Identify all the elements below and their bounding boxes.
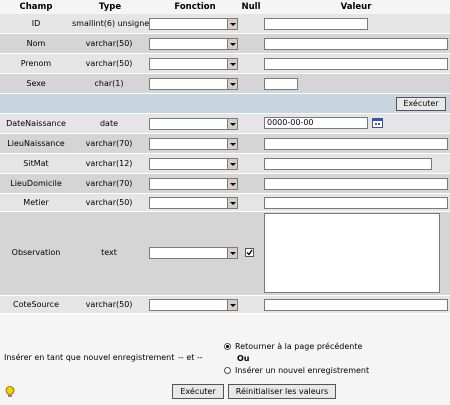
field-type: date	[99, 119, 119, 128]
chevron-down-icon	[227, 248, 237, 258]
chevron-down-icon	[227, 159, 237, 169]
value-input[interactable]	[264, 138, 448, 150]
field-row-lieunaissance: LieuNaissance varchar(70)	[0, 134, 450, 154]
field-name: CoteSource	[12, 300, 59, 309]
chevron-down-icon	[227, 179, 237, 189]
function-select[interactable]	[149, 118, 238, 130]
value-input[interactable]	[264, 58, 448, 70]
ou-label: Ou	[237, 354, 250, 363]
field-name: Observation	[11, 248, 61, 257]
field-type: varchar(50)	[85, 300, 133, 309]
field-type: smallint(6) unsigned	[72, 19, 155, 28]
function-select[interactable]	[149, 197, 238, 209]
value-input[interactable]	[264, 158, 432, 170]
row-separator: Exécuter	[0, 94, 450, 114]
field-type: varchar(12)	[85, 159, 133, 168]
field-row-lieudomicile: LieuDomicile varchar(70)	[0, 174, 450, 194]
insert-mode-label: Insérer en tant que nouvel enregistremen…	[4, 353, 175, 362]
function-select[interactable]	[149, 18, 238, 30]
field-name: DateNaissance	[6, 119, 66, 128]
value-input[interactable]	[264, 38, 448, 50]
field-row-id: ID smallint(6) unsigned	[0, 14, 450, 34]
chevron-down-icon	[227, 198, 237, 208]
chevron-down-icon	[227, 139, 237, 149]
function-select[interactable]	[149, 299, 238, 311]
value-input[interactable]	[264, 18, 368, 30]
field-type: text	[101, 248, 117, 257]
date-input[interactable]: 0000-00-00	[264, 117, 368, 129]
field-type: varchar(50)	[85, 59, 133, 68]
value-textarea[interactable]	[264, 213, 440, 293]
value-input[interactable]	[264, 299, 448, 311]
field-row-cotesource: CoteSource varchar(50)	[0, 296, 450, 314]
value-input[interactable]	[264, 78, 298, 90]
table-header: Champ Type Fonction Null Valeur	[0, 0, 450, 14]
null-checkbox[interactable]	[245, 248, 254, 257]
field-row-prenom: Prenom varchar(50)	[0, 54, 450, 74]
function-select[interactable]	[149, 138, 238, 150]
function-select[interactable]	[149, 78, 238, 90]
radio-return[interactable]	[224, 343, 231, 350]
header-champ: Champ	[19, 2, 53, 12]
chevron-down-icon	[227, 19, 237, 29]
function-select[interactable]	[149, 178, 238, 190]
field-row-observation: Observation text	[0, 212, 450, 296]
chevron-down-icon	[227, 39, 237, 49]
lightbulb-icon	[5, 386, 15, 397]
field-row-sitmat: SitMat varchar(12)	[0, 154, 450, 174]
field-name: Nom	[26, 39, 46, 48]
field-type: char(1)	[94, 79, 124, 88]
function-select[interactable]	[149, 247, 238, 259]
header-valeur: Valeur	[340, 2, 372, 12]
function-select[interactable]	[149, 158, 238, 170]
field-name: Metier	[23, 198, 49, 207]
calendar-icon[interactable]	[372, 118, 383, 128]
function-select[interactable]	[149, 38, 238, 50]
field-type: varchar(70)	[85, 139, 133, 148]
radio-insert-new[interactable]	[224, 367, 231, 374]
radio-return-label[interactable]: Retourner à la page précédente	[235, 342, 362, 351]
execute-row-button[interactable]: Exécuter	[396, 97, 446, 111]
execute-button[interactable]: Exécuter	[172, 384, 224, 399]
header-type: Type	[98, 2, 122, 12]
field-name: SitMat	[23, 159, 49, 168]
field-name: LieuNaissance	[7, 139, 65, 148]
chevron-down-icon	[227, 300, 237, 310]
field-type: varchar(50)	[85, 198, 133, 207]
check-icon	[246, 249, 253, 256]
field-type: varchar(50)	[85, 39, 133, 48]
field-type: varchar(70)	[85, 179, 133, 188]
field-row-metier: Metier varchar(50)	[0, 194, 450, 212]
field-row-nom: Nom varchar(50)	[0, 34, 450, 54]
chevron-down-icon	[227, 59, 237, 69]
field-name: Sexe	[26, 79, 46, 88]
et-label: -- et --	[178, 353, 203, 362]
field-name: ID	[31, 19, 41, 28]
value-input[interactable]	[264, 178, 448, 190]
header-null: Null	[241, 2, 261, 12]
field-row-sexe: Sexe char(1)	[0, 74, 450, 94]
chevron-down-icon	[227, 119, 237, 129]
header-fonction: Fonction	[174, 2, 216, 12]
reset-button[interactable]: Réinitialiser les valeurs	[228, 384, 336, 399]
radio-insert-new-label[interactable]: Insérer un nouvel enregistrement	[235, 366, 369, 375]
field-name: Prenom	[20, 59, 52, 68]
field-row-datenaissance: DateNaissance date 0000-00-00	[0, 114, 450, 134]
function-select[interactable]	[149, 58, 238, 70]
value-input[interactable]	[264, 197, 448, 209]
chevron-down-icon	[227, 79, 237, 89]
field-name: LieuDomicile	[10, 179, 62, 188]
